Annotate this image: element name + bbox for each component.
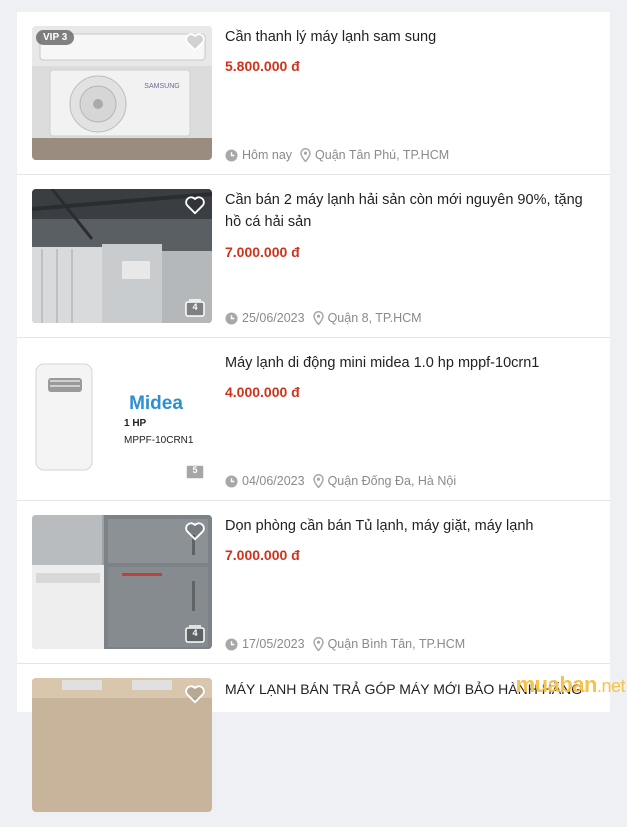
listing-title[interactable]: Dọn phòng cần bán Tủ lạnh, máy giặt, máy…	[225, 515, 595, 537]
listing-date: 04/06/2023	[242, 474, 305, 488]
listing-thumbnail[interactable]	[32, 678, 212, 812]
photo-count-number: 5	[185, 465, 205, 475]
photo-count: 5	[185, 462, 205, 480]
listing-item[interactable]: 4 Dọn phòng cần bán Tủ lạnh, máy giặt, m…	[17, 501, 610, 664]
listing-item[interactable]: 4 Cần bán 2 máy lạnh hải sản còn mới ngu…	[17, 175, 610, 338]
listing-date: 17/05/2023	[242, 637, 305, 651]
heart-icon[interactable]	[184, 195, 206, 215]
listing-price: 7.000.000 đ	[225, 244, 300, 260]
listing-meta: 04/06/2023 Quận Đống Đa, Hà Nội	[225, 474, 456, 488]
thumb-hp-text: 1 HP	[124, 418, 147, 429]
listing-meta: 17/05/2023 Quận Bình Tân, TP.HCM	[225, 637, 465, 651]
listing-location: Quận Đống Đa, Hà Nội	[328, 474, 457, 488]
location-pin-icon	[313, 637, 324, 651]
vip-badge: VIP 3	[36, 30, 74, 45]
watermark-suffix: .net	[597, 676, 625, 696]
clock-icon	[225, 475, 238, 488]
listing-title[interactable]: Cần thanh lý máy lạnh sam sung	[225, 26, 595, 48]
listing-thumbnail[interactable]: Midea 1 HP MPPF-10CRN1 5	[32, 352, 212, 486]
watermark-logo: muaban.net	[516, 672, 625, 698]
listing-title[interactable]: Cần bán 2 máy lạnh hải sản còn mới nguyê…	[225, 189, 595, 233]
photo-count-number: 4	[185, 628, 205, 638]
listing-location: Quận 8, TP.HCM	[328, 311, 422, 325]
thumb-brand-text: SAMSUNG	[144, 83, 179, 90]
heart-icon[interactable]	[184, 521, 206, 541]
listing-date: Hôm nay	[242, 148, 292, 162]
location-pin-icon	[313, 311, 324, 325]
listing-item[interactable]: SAMSUNG VIP 3 Cần thanh lý máy lạnh sam …	[17, 12, 610, 175]
listing-meta: Hôm nay Quận Tân Phú, TP.HCM	[225, 148, 449, 162]
photo-count: 4	[185, 625, 205, 643]
listing-thumbnail[interactable]: SAMSUNG VIP 3	[32, 26, 212, 160]
listing-price: 4.000.000 đ	[225, 384, 300, 400]
photo-count-number: 4	[185, 302, 205, 312]
clock-icon	[225, 312, 238, 325]
listing-price: 5.800.000 đ	[225, 58, 300, 74]
photo-count: 4	[185, 299, 205, 317]
listing-item[interactable]: Midea 1 HP MPPF-10CRN1 5 Máy lạnh di độn…	[17, 338, 610, 501]
listing-thumbnail[interactable]: 4	[32, 515, 212, 649]
listing-meta: 25/06/2023 Quận 8, TP.HCM	[225, 311, 422, 325]
heart-icon[interactable]	[184, 32, 206, 52]
watermark-brand: muaban	[516, 672, 597, 697]
listing-date: 25/06/2023	[242, 311, 305, 325]
listing-location: Quận Bình Tân, TP.HCM	[328, 637, 466, 651]
heart-icon[interactable]	[184, 684, 206, 704]
midea-logo-text: Midea	[129, 393, 183, 414]
thumb-model-text: MPPF-10CRN1	[124, 435, 194, 446]
listing-location: Quận Tân Phú, TP.HCM	[315, 148, 449, 162]
listing-title[interactable]: Máy lạnh di động mini midea 1.0 hp mppf-…	[225, 352, 595, 374]
listing-thumbnail[interactable]: 4	[32, 189, 212, 323]
listing-list: SAMSUNG VIP 3 Cần thanh lý máy lạnh sam …	[17, 12, 610, 712]
listing-price: 7.000.000 đ	[225, 547, 300, 563]
clock-icon	[225, 149, 238, 162]
clock-icon	[225, 638, 238, 651]
location-pin-icon	[313, 474, 324, 488]
location-pin-icon	[300, 148, 311, 162]
